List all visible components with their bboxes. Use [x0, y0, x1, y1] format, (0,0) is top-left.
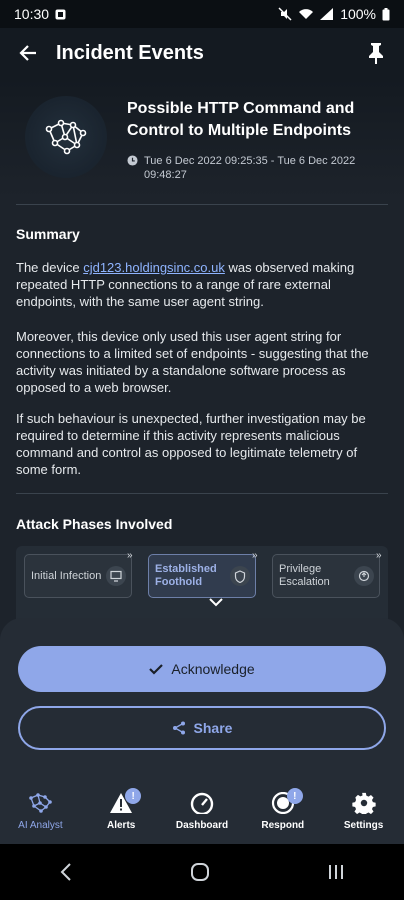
dashboard-icon — [190, 792, 214, 814]
divider — [16, 493, 388, 494]
system-recents-icon[interactable] — [327, 863, 345, 881]
status-bar: 10:30 100% — [0, 0, 404, 28]
acknowledge-label: Acknowledge — [171, 661, 255, 677]
phase-label: Privilege Escalation — [279, 563, 330, 588]
gear-icon — [351, 792, 376, 814]
nav-label: AI Analyst — [18, 820, 63, 831]
phase-label: Established Foothold — [155, 563, 217, 588]
nav-settings[interactable]: Settings — [324, 782, 404, 831]
attack-phases-heading: Attack Phases Involved — [16, 516, 173, 532]
nav-label: Dashboard — [175, 820, 229, 831]
phase-initial-infection[interactable]: Initial Infection — [24, 554, 132, 598]
privilege-icon — [354, 566, 374, 586]
incident-title: Possible HTTP Command and Control to Mul… — [127, 100, 355, 139]
model-avatar — [25, 96, 107, 178]
back-arrow-icon — [19, 45, 36, 61]
share-label: Share — [193, 720, 233, 736]
nav-label: Respond — [261, 820, 305, 831]
alerts-badge: ! — [125, 788, 142, 804]
summary-heading: Summary — [16, 226, 80, 242]
system-nav-bar — [0, 844, 404, 900]
monitor-icon — [106, 566, 126, 586]
phase-label: Initial Infection — [31, 569, 102, 582]
phase-privilege-escalation[interactable]: Privilege Escalation — [272, 554, 380, 598]
pin-button[interactable] — [360, 37, 392, 69]
acknowledge-button[interactable]: Acknowledge — [18, 646, 386, 692]
nav-label: Settings — [343, 820, 384, 831]
pin-icon — [369, 43, 383, 64]
system-home-icon[interactable] — [190, 863, 210, 881]
system-back-icon[interactable] — [59, 863, 73, 881]
summary-paragraph-1: The device cjd123.holdingsinc.co.uk was … — [16, 259, 388, 310]
check-icon — [149, 664, 164, 675]
nav-respond[interactable]: ! Respond — [243, 782, 323, 831]
nav-ai-analyst[interactable]: AI Analyst — [0, 782, 80, 831]
wifi-icon — [299, 9, 314, 19]
notification-icon — [55, 9, 66, 19]
back-button[interactable] — [12, 37, 44, 69]
summary-text: The device — [16, 260, 84, 275]
app-bar: Incident Events — [0, 28, 404, 78]
device-link[interactable]: cjd123.holdingsinc.co.uk — [83, 260, 225, 275]
chevron-down-icon — [209, 598, 223, 607]
share-button[interactable]: Share — [18, 706, 386, 750]
chevron-right-icon: » — [252, 550, 258, 561]
chevron-right-icon: » — [376, 550, 382, 561]
action-sheet: Acknowledge Share — [0, 618, 404, 788]
respond-badge: ! — [286, 788, 303, 804]
ai-analyst-icon — [29, 793, 53, 813]
divider — [16, 204, 388, 205]
summary-paragraph-2: Moreover, this device only used this use… — [16, 329, 369, 395]
summary-paragraph-3: If such behaviour is unexpected, further… — [16, 411, 366, 477]
page-title: Incident Events — [56, 41, 204, 64]
nav-dashboard[interactable]: Dashboard — [162, 782, 242, 831]
chevron-right-icon: » — [127, 550, 133, 561]
incident-time-range: Tue 6 Dec 2022 09:25:35 - Tue 6 Dec 2022… — [144, 155, 356, 181]
shield-icon — [230, 566, 250, 586]
incident-time: Tue 6 Dec 2022 09:25:35 - Tue 6 Dec 2022… — [127, 154, 392, 182]
nav-alerts[interactable]: ! Alerts — [81, 782, 161, 831]
nav-label: Alerts — [107, 820, 136, 831]
bottom-nav: AI Analyst ! Alerts Dashboard ! Respond … — [0, 782, 404, 844]
status-time: 10:30 — [14, 6, 50, 22]
incident-content[interactable]: Possible HTTP Command and Control to Mul… — [0, 78, 404, 638]
signal-icon — [320, 8, 334, 20]
share-icon — [172, 721, 185, 735]
battery-icon — [382, 7, 390, 20]
battery-level: 100% — [340, 6, 376, 22]
network-graph-icon — [45, 119, 87, 155]
mute-icon — [278, 7, 292, 21]
clock-icon — [127, 155, 138, 166]
incident-header: Possible HTTP Command and Control to Mul… — [0, 78, 404, 204]
expand-phases-button[interactable] — [201, 590, 231, 614]
